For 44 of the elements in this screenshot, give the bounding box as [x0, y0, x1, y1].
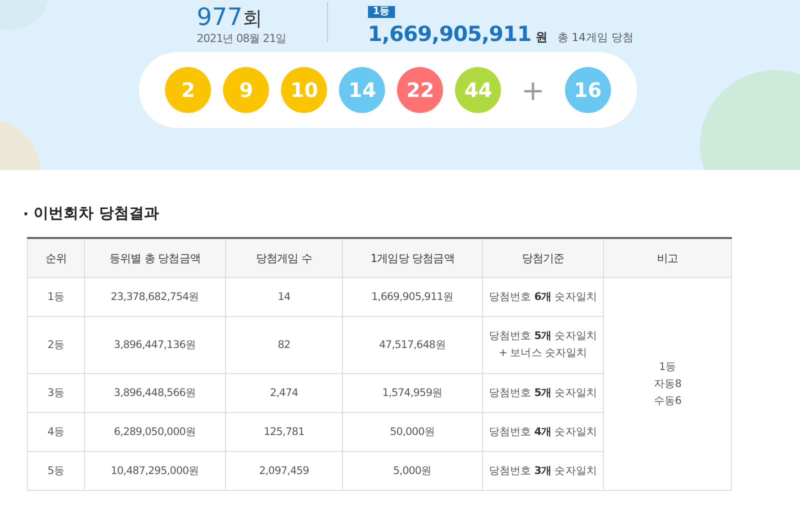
- rank-tag: 1등: [368, 6, 395, 18]
- number-ball: 2: [165, 67, 212, 113]
- table-cell: 5등: [28, 452, 84, 490]
- table-cell: 125,781: [226, 412, 342, 452]
- number-ball: 9: [223, 67, 270, 113]
- draw-round: 977회: [196, 6, 264, 29]
- table-cell: 50,000원: [342, 412, 482, 452]
- prize-unit: 원: [535, 29, 548, 46]
- table-cell: 1등 자동8 수동6: [604, 278, 732, 490]
- table-cell: 1,574,959원: [342, 374, 482, 412]
- winner-count: 총 14게임 당첨: [557, 30, 634, 45]
- plus-sign: +: [521, 74, 545, 106]
- table-cell: 10,487,295,000원: [84, 452, 226, 490]
- table-cell: 3등: [28, 374, 84, 412]
- bullet-mark: ·: [23, 204, 29, 222]
- column-header: 당첨게임 수: [226, 238, 342, 278]
- column-header: 등위별 총 당첨금액: [84, 238, 226, 278]
- column-header: 비고: [604, 238, 732, 278]
- number-ball: 44: [455, 67, 502, 113]
- table-cell: 6,289,050,000원: [84, 412, 226, 452]
- column-header: 순위: [28, 238, 84, 278]
- table-cell: 4등: [28, 412, 84, 452]
- table-cell: 82: [226, 316, 342, 374]
- table-cell: 2,097,459: [226, 452, 342, 490]
- prize-amount: 1,669,905,911: [368, 22, 532, 46]
- table-cell: 47,517,648원: [342, 316, 482, 374]
- number-ball: 22: [397, 67, 444, 113]
- bonus-ball: 16: [564, 67, 611, 113]
- table-cell: 2,474: [226, 374, 342, 412]
- table-cell: 3,896,448,566원: [84, 374, 226, 412]
- table-cell: 3,896,447,136원: [84, 316, 226, 374]
- table-cell: 1,669,905,911원: [342, 278, 482, 316]
- number-ball: 10: [281, 67, 328, 113]
- column-header: 1게임당 당첨금액: [342, 238, 482, 278]
- number-ball: 14: [339, 67, 386, 113]
- table-cell: 5,000원: [342, 452, 482, 490]
- column-header: 당첨기준: [482, 238, 604, 278]
- section-title: 이번회차 당첨결과: [34, 204, 159, 223]
- draw-date: 2021년 08월 21일: [196, 31, 288, 46]
- table-cell: 당첨번호 6개 숫자일치: [482, 278, 604, 316]
- table-cell: 2등: [28, 316, 84, 374]
- table-cell: 23,378,682,754원: [84, 278, 226, 316]
- table-cell: 14: [226, 278, 342, 316]
- table-cell: 1등: [28, 278, 84, 316]
